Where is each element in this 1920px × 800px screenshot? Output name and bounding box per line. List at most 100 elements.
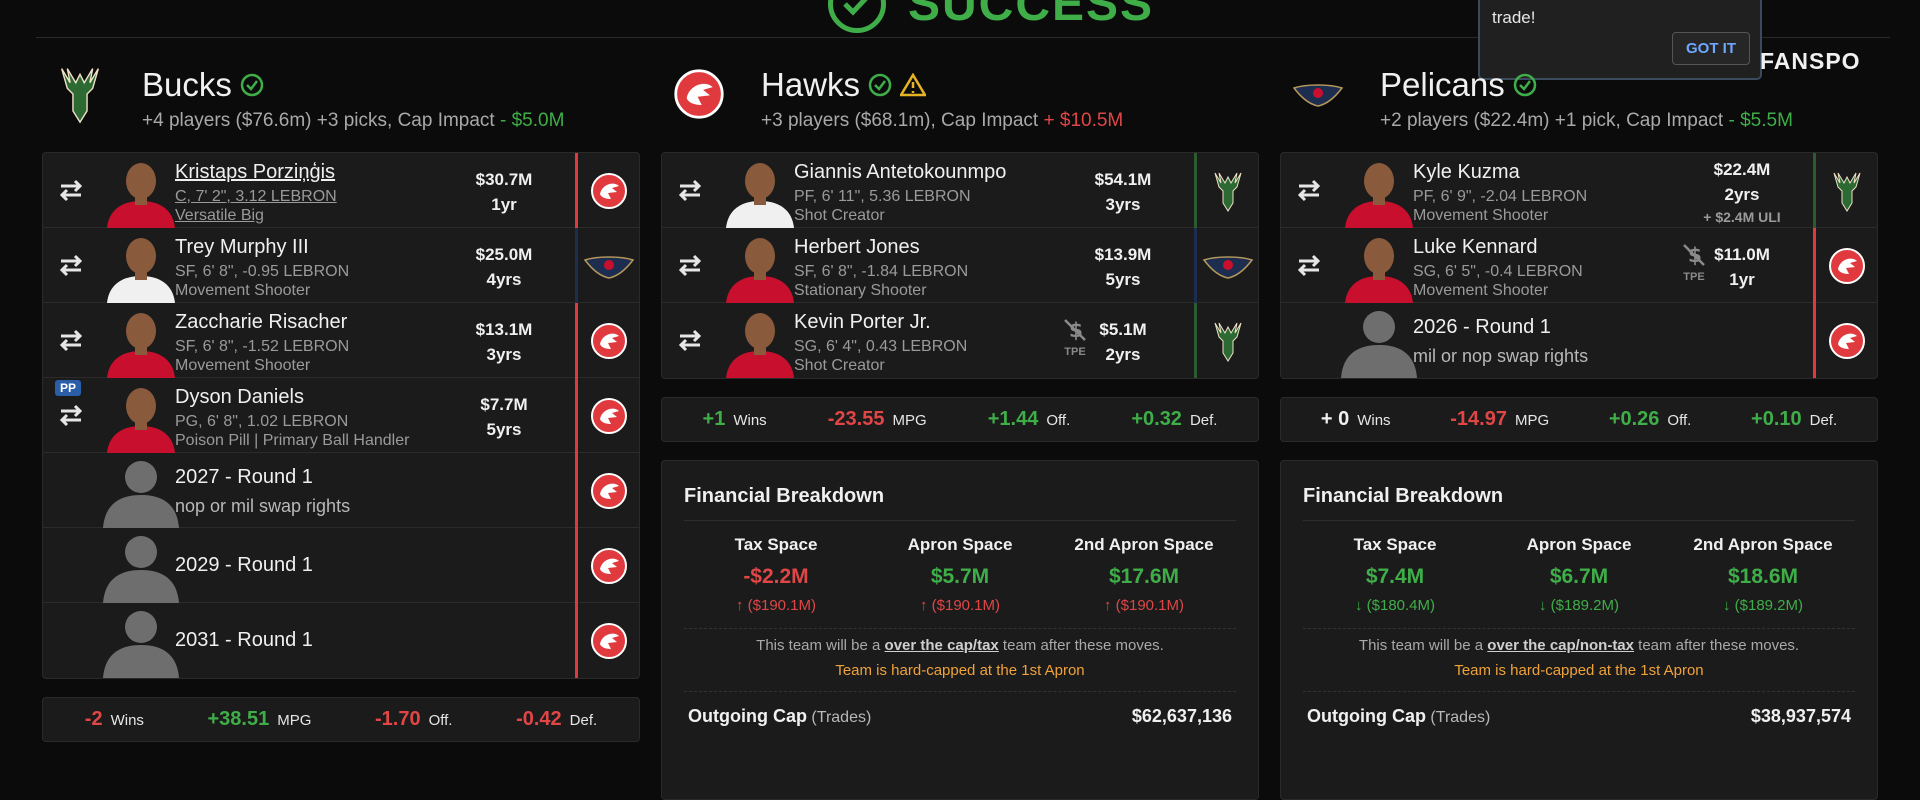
- arrow-up-icon: ↑: [735, 597, 748, 614]
- pick-protection: nop or mil swap rights: [175, 496, 351, 516]
- stat-label: Def.: [1809, 412, 1838, 429]
- destination-hawks-logo-icon[interactable]: [575, 453, 639, 528]
- destination-hawks-logo-icon[interactable]: [575, 153, 639, 228]
- player-row[interactable]: Giannis Antetokounmpo PF, 6' 11", 5.36 LE…: [662, 153, 1258, 228]
- cap-space-value: -$2.2M: [743, 565, 809, 588]
- stat-def: -0.42 Def.: [516, 708, 597, 731]
- destination-pelicans-logo-icon[interactable]: [575, 228, 639, 303]
- contract-info: $11.0M 1yr: [1697, 242, 1787, 292]
- note-suffix: team after these moves.: [998, 637, 1164, 654]
- pick-row[interactable]: 2031 - Round 1: [43, 603, 639, 678]
- team-name: Hawks: [761, 66, 927, 104]
- destination-hawks-logo-icon[interactable]: [575, 303, 639, 378]
- tooltip-text: trade!: [1492, 8, 1536, 27]
- cap-space-label: Tax Space: [1353, 535, 1437, 554]
- swap-icon[interactable]: [1295, 177, 1323, 203]
- contract-years: 3yrs: [486, 345, 522, 364]
- success-check-icon: [828, 0, 886, 33]
- player-row[interactable]: Kyle Kuzma PF, 6' 9", -2.04 LEBRON Movemen…: [1281, 153, 1877, 228]
- player-name[interactable]: Dyson Daniels: [175, 386, 304, 409]
- team-name-text: Pelicans: [1380, 66, 1505, 103]
- stat-value: -1.70: [374, 708, 421, 730]
- salary: $13.9M: [1094, 245, 1152, 264]
- player-name[interactable]: Luke Kennard: [1413, 236, 1538, 259]
- pick-row[interactable]: 2026 - Round 1 mil or nop swap rights: [1281, 303, 1877, 378]
- team-name: Pelicans: [1380, 66, 1537, 104]
- outgoing-cap: Outgoing Cap (Trades) $62,637,136: [684, 692, 1236, 727]
- player-archetype: Movement Shooter: [1413, 282, 1549, 299]
- player-name[interactable]: Zaccharie Risacher: [175, 311, 347, 334]
- cap-status-link[interactable]: over the cap/tax: [885, 637, 999, 654]
- player-name[interactable]: Kyle Kuzma: [1413, 161, 1520, 184]
- player-row[interactable]: Kristaps Porziņģis C, 7' 2", 3.12 LEBRON V…: [43, 153, 639, 228]
- stat-mpg: -23.55 MPG: [828, 408, 927, 431]
- swap-icon[interactable]: [1295, 252, 1323, 278]
- contract-info: $30.7M 1yr: [459, 167, 549, 217]
- destination-pelicans-logo-icon[interactable]: [1194, 228, 1258, 303]
- player-meta: SG, 6' 5", -0.4 LEBRON Movement Shooter: [1413, 262, 1583, 300]
- pick-title: 2031 - Round 1: [175, 629, 313, 651]
- player-name[interactable]: Kevin Porter Jr.: [794, 311, 931, 334]
- outgoing-cap-amount: $38,937,574: [1750, 706, 1851, 726]
- player-name[interactable]: Trey Murphy III: [175, 236, 309, 259]
- cap-space-column: 2nd Apron Space $17.6M ↑ ($190.1M): [1054, 535, 1234, 614]
- cap-space-grid: Tax Space $7.4M ↓ ($180.4M) Apron Space $6.7…: [1303, 521, 1855, 614]
- stat-label: Wins: [110, 712, 144, 729]
- player-row[interactable]: PP Dyson Daniels PG, 6' 8", 1.02 LEBRON Poi…: [43, 378, 639, 453]
- destination-hawks-logo-icon[interactable]: [1813, 303, 1877, 378]
- warning-icon[interactable]: [900, 73, 927, 97]
- pick-row[interactable]: 2027 - Round 1 nop or mil swap rights: [43, 453, 639, 528]
- stat-value: +0.32: [1131, 408, 1182, 430]
- swap-icon[interactable]: [57, 177, 85, 203]
- contract-info: $7.7M 5yrs: [459, 392, 549, 442]
- stat-label: Def.: [1189, 412, 1218, 429]
- cap-impact: - $5.0M: [500, 110, 565, 131]
- team-column-hawks: Hawks +3 players ($68.1m), Cap Impact + $…: [661, 60, 1259, 800]
- player-row[interactable]: Luke Kennard SG, 6' 5", -0.4 LEBRON Moveme…: [1281, 228, 1877, 303]
- player-archetype: Versatile Big: [175, 207, 264, 224]
- swap-icon[interactable]: [57, 402, 85, 428]
- player-name[interactable]: Giannis Antetokounmpo: [794, 161, 1006, 184]
- bucks-logo-icon: [54, 68, 106, 124]
- hawks-logo-icon: [673, 68, 725, 120]
- stat-value: -2: [84, 708, 103, 730]
- player-row[interactable]: Kevin Porter Jr. SG, 6' 4", 0.43 LEBRON Sh…: [662, 303, 1258, 378]
- team-column-pelicans: Pelicans +2 players ($22.4m) +1 pick, Cap…: [1280, 60, 1878, 800]
- swap-icon[interactable]: [676, 252, 704, 278]
- destination-bucks-logo-icon[interactable]: [1813, 153, 1877, 228]
- player-row[interactable]: Zaccharie Risacher SF, 6' 8", -1.52 LEBRO…: [43, 303, 639, 378]
- swap-icon[interactable]: [676, 327, 704, 353]
- destination-hawks-logo-icon[interactable]: [575, 528, 639, 603]
- stat-wins: +1 Wins: [703, 408, 767, 431]
- cap-threshold: ↓ ($189.2M): [1489, 597, 1669, 614]
- cap-status-link[interactable]: over the cap/non-tax: [1487, 637, 1634, 654]
- cap-space-value: $18.6M: [1727, 565, 1799, 588]
- threshold-amount: ($180.4M): [1366, 597, 1436, 614]
- swap-icon[interactable]: [57, 327, 85, 353]
- player-position-rating: PG, 6' 8", 1.02 LEBRON: [175, 413, 349, 430]
- destination-hawks-logo-icon[interactable]: [575, 603, 639, 678]
- financial-title: Financial Breakdown: [1303, 485, 1855, 521]
- player-row[interactable]: Herbert Jones SF, 6' 8", -1.84 LEBRON Stat…: [662, 228, 1258, 303]
- stat-label: Off.: [1046, 412, 1071, 429]
- contract-info: $5.1M 2yrs: [1078, 317, 1168, 367]
- player-name[interactable]: Kristaps Porziņģis: [175, 161, 335, 184]
- swap-icon[interactable]: [57, 252, 85, 278]
- stat-label: Off.: [428, 712, 453, 729]
- pick-row[interactable]: 2029 - Round 1: [43, 528, 639, 603]
- player-position-rating: SG, 6' 4", 0.43 LEBRON: [794, 338, 968, 355]
- swap-icon[interactable]: [676, 177, 704, 203]
- check-icon: [240, 73, 264, 97]
- destination-hawks-logo-icon[interactable]: [575, 378, 639, 453]
- player-meta: SF, 6' 8", -1.52 LEBRON Movement Shooter: [175, 337, 349, 375]
- destination-bucks-logo-icon[interactable]: [1194, 303, 1258, 378]
- destination-hawks-logo-icon[interactable]: [1813, 228, 1877, 303]
- player-name[interactable]: Herbert Jones: [794, 236, 920, 259]
- summary-text: +4 players ($76.6m) +3 picks, Cap Impact: [142, 110, 500, 131]
- destination-bucks-logo-icon[interactable]: [1194, 153, 1258, 228]
- salary: $7.7M: [480, 395, 528, 414]
- player-archetype: Movement Shooter: [1413, 207, 1549, 224]
- player-row[interactable]: Trey Murphy III SF, 6' 8", -0.95 LEBRON Mo…: [43, 228, 639, 303]
- player-position-rating: PF, 6' 9", -2.04 LEBRON: [1413, 188, 1588, 205]
- stat-value: + 0: [1320, 408, 1350, 430]
